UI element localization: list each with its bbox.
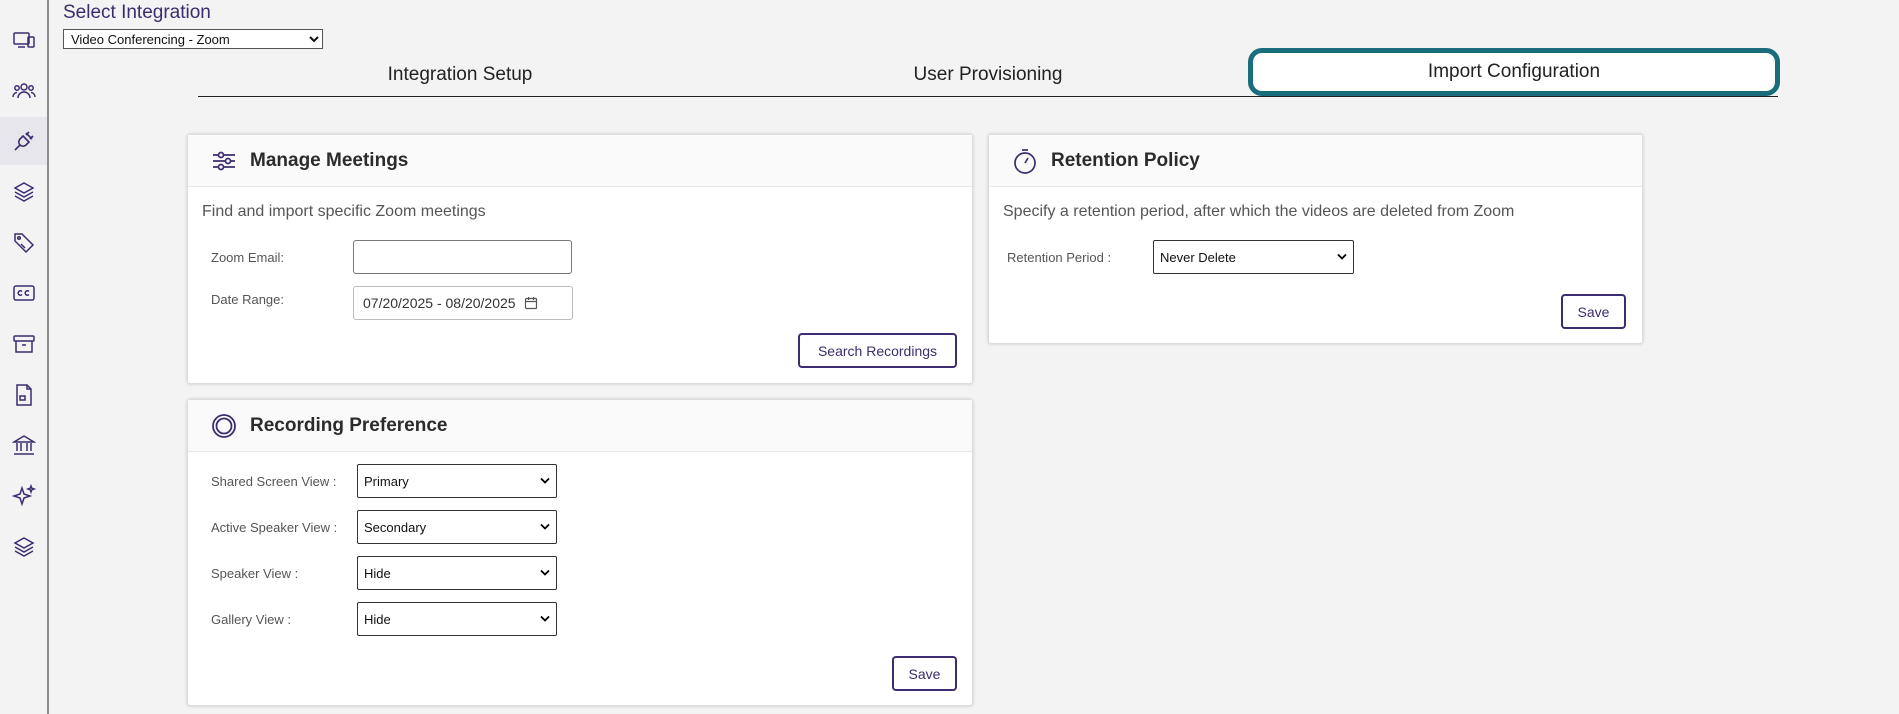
speaker-view-select[interactable]: Hide [357, 556, 557, 590]
tabs-underline [198, 96, 1778, 97]
date-range-value: 07/20/2025 - 08/20/2025 [363, 295, 516, 311]
retention-policy-description: Specify a retention period, after which … [1003, 203, 1515, 220]
tab-user-provisioning[interactable]: User Provisioning [868, 64, 1108, 86]
search-recordings-button[interactable]: Search Recordings [798, 333, 957, 368]
manage-meetings-title: Manage Meetings [250, 149, 409, 171]
date-range-input[interactable]: 07/20/2025 - 08/20/2025 [353, 286, 573, 320]
sidebar-item-tags[interactable] [0, 218, 47, 266]
sidebar [0, 0, 49, 714]
sidebar-item-archive[interactable] [0, 320, 47, 368]
active-speaker-view-label: Active Speaker View : [211, 520, 338, 535]
tab-import-configuration-label: Import Configuration [1427, 61, 1601, 82]
record-icon [212, 413, 236, 438]
captions-icon [12, 285, 35, 301]
tab-integration-setup[interactable]: Integration Setup [340, 64, 580, 86]
stopwatch-icon [1014, 148, 1036, 174]
sidebar-item-users[interactable] [0, 67, 47, 115]
chevron-down-icon [540, 569, 550, 576]
institution-icon [11, 435, 36, 455]
manage-meetings-description: Find and import specific Zoom meetings [202, 203, 486, 220]
recording-preference-save-button[interactable]: Save [892, 656, 957, 691]
users-icon [11, 83, 36, 99]
active-speaker-view-select[interactable]: Secondary [357, 510, 557, 544]
recording-preference-title: Recording Preference [250, 414, 448, 436]
zoom-email-label: Zoom Email: [211, 250, 284, 265]
chevron-down-icon [540, 615, 550, 622]
manage-meetings-card: Manage Meetings Find and import specific… [187, 134, 973, 384]
shared-screen-view-value: Primary [364, 473, 409, 489]
integration-plug-icon [13, 131, 34, 151]
devices-icon [12, 32, 35, 48]
retention-policy-header: Retention Policy [989, 135, 1642, 187]
manage-meetings-header: Manage Meetings [188, 135, 972, 187]
chevron-down-icon [1337, 253, 1347, 260]
archive-icon [12, 335, 35, 353]
zoom-email-input[interactable] [353, 240, 572, 274]
sidebar-item-institution[interactable] [0, 421, 47, 469]
sidebar-item-integrations[interactable] [0, 117, 47, 165]
retention-policy-card: Retention Policy Specify a retention per… [988, 134, 1643, 344]
sidebar-item-captions[interactable] [0, 269, 47, 317]
retention-period-select[interactable]: Never Delete [1153, 240, 1354, 274]
speaker-view-value: Hide [364, 565, 391, 581]
shared-screen-view-label: Shared Screen View : [211, 474, 337, 489]
layers-icon [12, 182, 35, 202]
retention-period-label: Retention Period : [1007, 250, 1112, 265]
stack-icon [12, 537, 35, 557]
shared-screen-view-select[interactable]: Primary [357, 464, 557, 498]
chevron-down-icon [540, 477, 550, 484]
document-icon [15, 384, 32, 406]
sidebar-item-layers[interactable] [0, 168, 47, 216]
gallery-view-label: Gallery View : [211, 612, 291, 627]
sidebar-item-documents[interactable] [0, 371, 47, 419]
retention-period-value: Never Delete [1160, 249, 1236, 265]
gallery-view-value: Hide [364, 611, 391, 627]
date-range-label: Date Range: [211, 292, 284, 307]
speaker-view-label: Speaker View : [211, 566, 299, 581]
chevron-down-icon [540, 523, 550, 530]
select-integration-label: Select Integration [63, 2, 211, 23]
sparkle-icon [11, 484, 36, 507]
sidebar-item-stack[interactable] [0, 523, 47, 571]
sliders-icon [213, 151, 235, 170]
integration-select[interactable]: Video Conferencing - Zoom [63, 29, 323, 49]
recording-preference-header: Recording Preference [188, 400, 972, 452]
active-speaker-view-value: Secondary [364, 519, 427, 535]
retention-policy-title: Retention Policy [1051, 149, 1200, 171]
calendar-icon [524, 297, 537, 310]
tag-icon [13, 233, 34, 254]
gallery-view-select[interactable]: Hide [357, 602, 557, 636]
sidebar-item-devices[interactable] [0, 16, 47, 64]
retention-policy-save-button[interactable]: Save [1561, 294, 1626, 329]
recording-preference-card: Recording Preference Shared Screen View … [187, 399, 973, 706]
sidebar-item-ai[interactable] [0, 472, 47, 520]
tab-import-configuration[interactable]: Import Configuration [1248, 48, 1780, 96]
